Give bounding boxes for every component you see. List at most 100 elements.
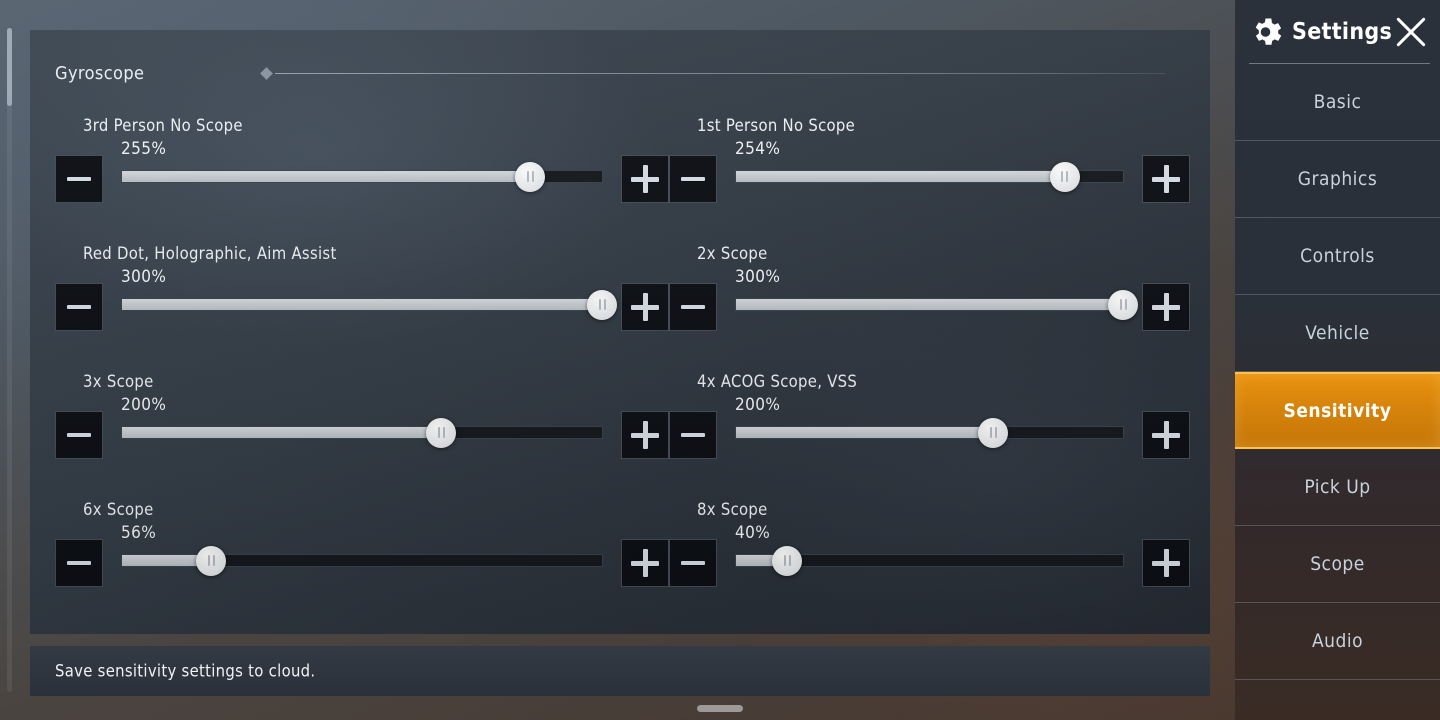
- minus-icon: [681, 177, 705, 181]
- sensitivity-value: 56%: [121, 523, 157, 543]
- sidebar-item-graphics[interactable]: Graphics: [1235, 141, 1440, 218]
- grip-line: [788, 555, 791, 566]
- decrease-red-dot-holographic-aim-assist-button[interactable]: [55, 283, 103, 331]
- minus-icon: [67, 561, 91, 565]
- slider-wrap: 300%: [121, 267, 617, 320]
- sensitivity-value: 254%: [735, 139, 781, 159]
- sidebar-item-label: Basic: [1313, 91, 1362, 113]
- decrease-4x-acog-scope-vss-button[interactable]: [669, 411, 717, 459]
- sidebar-item-scope[interactable]: Scope: [1235, 526, 1440, 603]
- grip-line: [783, 555, 786, 566]
- slider-track-3x-scope[interactable]: [121, 417, 603, 448]
- increase-8x-scope-button[interactable]: [1142, 539, 1190, 587]
- sensitivity-label: 2x Scope: [697, 244, 768, 263]
- minus-icon: [67, 433, 91, 437]
- slider-thumb-8x-scope[interactable]: [772, 545, 803, 576]
- plus-icon: [642, 293, 648, 321]
- plus-icon: [1163, 549, 1169, 577]
- sensitivity-control: 40%: [669, 525, 1190, 587]
- slider-fill: [736, 299, 1123, 310]
- plus-icon: [642, 421, 648, 449]
- sidebar-item-label: Vehicle: [1305, 322, 1370, 344]
- plus-icon: [1163, 165, 1169, 193]
- decrease-2x-scope-button[interactable]: [669, 283, 717, 331]
- grip-line: [598, 299, 601, 310]
- slider-track-4x-acog-scope-vss[interactable]: [735, 417, 1124, 448]
- grip-line: [437, 427, 440, 438]
- sensitivity-control: 254%: [669, 141, 1190, 203]
- sidebar-item-label: Scope: [1310, 553, 1365, 575]
- sensitivity-row-red-dot-holographic-aim-assist: Red Dot, Holographic, Aim Assist 300%: [55, 244, 669, 332]
- slider-track-3rd-person-no-scope[interactable]: [121, 161, 603, 192]
- sensitivity-label: 8x Scope: [697, 500, 768, 519]
- slider-track-6x-scope[interactable]: [121, 545, 603, 576]
- sidebar-title: Settings: [1292, 19, 1393, 45]
- sidebar-items: Basic Graphics Controls Vehicle Sensitivity P…: [1235, 64, 1440, 720]
- increase-red-dot-holographic-aim-assist-button[interactable]: [621, 283, 669, 331]
- sidebar-item-vehicle[interactable]: Vehicle: [1235, 295, 1440, 372]
- slider-track-1st-person-no-scope[interactable]: [735, 161, 1124, 192]
- section-title: Gyroscope: [55, 62, 145, 84]
- sensitivity-rows: 3rd Person No Scope 255% 1st Person No Sco…: [55, 116, 1190, 588]
- sensitivity-label: 1st Person No Scope: [697, 116, 856, 135]
- page-scrollbar[interactable]: [7, 28, 12, 692]
- increase-4x-acog-scope-vss-button[interactable]: [1142, 411, 1190, 459]
- sidebar-item-basic[interactable]: Basic: [1235, 64, 1440, 141]
- increase-2x-scope-button[interactable]: [1142, 283, 1190, 331]
- sensitivity-control: 200%: [55, 397, 669, 459]
- slider-fill: [122, 171, 530, 182]
- sensitivity-row-3x-scope: 3x Scope 200%: [55, 372, 669, 460]
- slider-track-2x-scope[interactable]: [735, 289, 1138, 320]
- save-to-cloud-bar[interactable]: Save sensitivity settings to cloud.: [30, 646, 1210, 696]
- sidebar-item-controls[interactable]: Controls: [1235, 218, 1440, 295]
- increase-3rd-person-no-scope-button[interactable]: [621, 155, 669, 203]
- minus-icon: [67, 305, 91, 309]
- decrease-8x-scope-button[interactable]: [669, 539, 717, 587]
- save-to-cloud-label: Save sensitivity settings to cloud.: [55, 661, 316, 681]
- diamond-marker-icon: [260, 66, 274, 80]
- settings-sidebar: Settings Basic Graphics Controls Vehicle Sen…: [1235, 0, 1440, 720]
- increase-6x-scope-button[interactable]: [621, 539, 669, 587]
- sidebar-item-pick-up[interactable]: Pick Up: [1235, 449, 1440, 526]
- minus-icon: [681, 561, 705, 565]
- slider-thumb-2x-scope[interactable]: [1108, 289, 1138, 320]
- sensitivity-row-4x-acog-scope-vss: 4x ACOG Scope, VSS 200%: [669, 372, 1190, 460]
- decrease-3x-scope-button[interactable]: [55, 411, 103, 459]
- slider-fill: [736, 427, 994, 438]
- plus-icon: [642, 549, 648, 577]
- slider-fill: [122, 299, 602, 310]
- sidebar-item-sensitivity[interactable]: Sensitivity: [1235, 372, 1440, 449]
- sensitivity-value: 40%: [735, 523, 771, 543]
- decrease-1st-person-no-scope-button[interactable]: [669, 155, 717, 203]
- slider-thumb-4x-acog-scope-vss[interactable]: [978, 417, 1009, 448]
- sensitivity-value: 200%: [121, 395, 167, 415]
- slider-track-8x-scope[interactable]: [735, 545, 1124, 576]
- slider-thumb-1st-person-no-scope[interactable]: [1049, 161, 1080, 192]
- increase-3x-scope-button[interactable]: [621, 411, 669, 459]
- decrease-3rd-person-no-scope-button[interactable]: [55, 155, 103, 203]
- minus-icon: [681, 305, 705, 309]
- grip-line: [442, 427, 445, 438]
- increase-1st-person-no-scope-button[interactable]: [1142, 155, 1190, 203]
- grip-line: [1119, 299, 1122, 310]
- slider-thumb-red-dot-holographic-aim-assist[interactable]: [587, 289, 617, 320]
- sensitivity-row-3rd-person-no-scope: 3rd Person No Scope 255%: [55, 116, 669, 204]
- grip-line: [526, 171, 529, 182]
- grip-line: [1124, 299, 1127, 310]
- scrollbar-thumb[interactable]: [7, 28, 12, 106]
- sidebar-item-next-partial[interactable]: [1235, 680, 1440, 720]
- slider-thumb-6x-scope[interactable]: [196, 545, 227, 576]
- sensitivity-label: 3rd Person No Scope: [83, 116, 243, 135]
- home-indicator: [697, 705, 743, 712]
- slider-thumb-3x-scope[interactable]: [426, 417, 457, 448]
- decrease-6x-scope-button[interactable]: [55, 539, 103, 587]
- sensitivity-value: 300%: [121, 267, 167, 287]
- slider-thumb-3rd-person-no-scope[interactable]: [515, 161, 545, 192]
- grip-line: [1061, 171, 1064, 182]
- slider-track-red-dot-holographic-aim-assist[interactable]: [121, 289, 617, 320]
- sensitivity-label: Red Dot, Holographic, Aim Assist: [83, 244, 337, 263]
- sidebar-item-audio[interactable]: Audio: [1235, 603, 1440, 680]
- plus-icon: [1163, 293, 1169, 321]
- grip-line: [994, 427, 997, 438]
- close-icon[interactable]: [1392, 13, 1430, 51]
